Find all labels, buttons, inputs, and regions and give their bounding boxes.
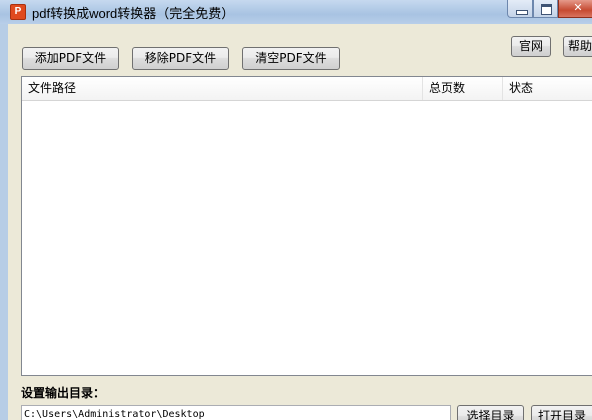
close-icon: ✕	[573, 1, 583, 14]
maximize-icon	[541, 4, 552, 15]
column-status[interactable]: 状态	[502, 77, 592, 100]
file-list-table[interactable]: 文件路径 总页数 状态	[21, 76, 592, 376]
pdf-app-icon: P	[10, 4, 26, 20]
column-total-pages[interactable]: 总页数	[422, 77, 502, 100]
clear-pdf-button[interactable]: 清空PDF文件	[242, 47, 340, 70]
open-dir-button[interactable]: 打开目录	[531, 405, 592, 420]
column-file-path[interactable]: 文件路径	[22, 77, 422, 100]
minimize-button[interactable]	[507, 0, 533, 18]
maximize-button[interactable]	[533, 0, 558, 18]
window-frame-left	[0, 24, 8, 420]
window-title: pdf转换成word转换器（完全免费）	[32, 6, 235, 21]
app-window: P pdf转换成word转换器（完全免费） ✕ 添加PDF文件 移除PDF文件 …	[0, 0, 592, 420]
close-button[interactable]: ✕	[558, 0, 592, 18]
title-bar[interactable]: P pdf转换成word转换器（完全免费） ✕	[0, 0, 592, 24]
website-button[interactable]: 官网	[511, 36, 551, 57]
choose-dir-button[interactable]: 选择目录	[457, 405, 524, 420]
output-dir-label: 设置输出目录：	[21, 386, 106, 400]
help-button[interactable]: 帮助	[563, 36, 592, 57]
add-pdf-button[interactable]: 添加PDF文件	[22, 47, 119, 70]
minimize-icon	[516, 10, 528, 15]
remove-pdf-button[interactable]: 移除PDF文件	[132, 47, 229, 70]
output-path-field[interactable]: C:\Users\Administrator\Desktop	[21, 405, 451, 420]
table-header: 文件路径 总页数 状态	[22, 77, 592, 101]
